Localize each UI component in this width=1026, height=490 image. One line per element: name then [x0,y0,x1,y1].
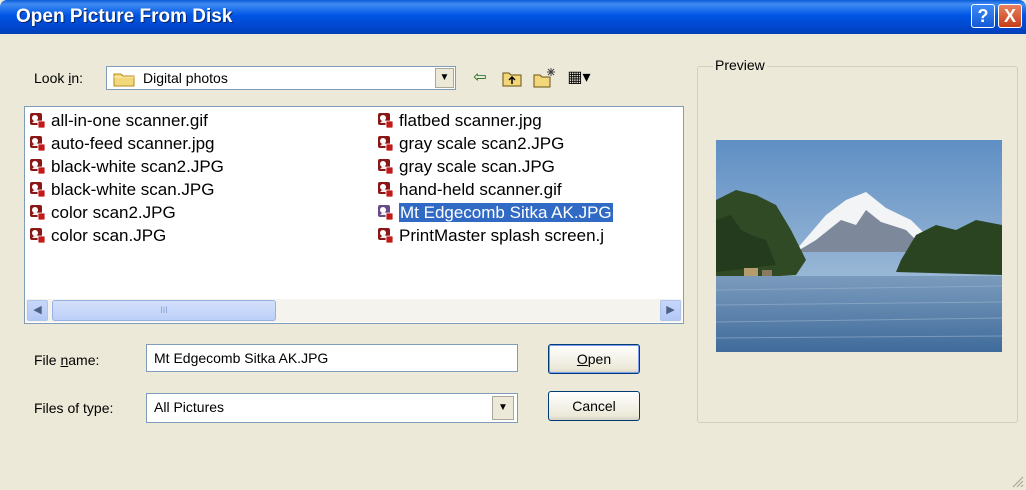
scroll-right-button[interactable]: ▶ [660,300,681,321]
arrow-right-icon: ▶ [666,304,675,316]
image-file-icon [30,136,46,152]
new-folder-icon [533,68,555,88]
image-file-icon [378,136,394,152]
file-name-text: all-in-one scanner.gif [51,111,208,130]
files-of-type-label: Files of type: [34,400,114,416]
file-list-item[interactable]: color scan.JPG [29,224,166,247]
up-one-level-button[interactable] [500,66,524,90]
file-name-text: black-white scan2.JPG [51,157,224,176]
file-list-item[interactable]: black-white scan2.JPG [29,155,224,178]
file-name-text: color scan.JPG [51,226,167,245]
file-name-input[interactable]: Mt Edgecomb Sitka AK.JPG [146,344,518,372]
file-list-item[interactable]: gray scale scan2.JPG [377,132,564,155]
look-in-combo[interactable]: Digital photos ▼ [106,66,456,90]
preview-image [716,140,1002,352]
resize-grip-icon[interactable] [1010,474,1024,488]
file-name-text: flatbed scanner.jpg [399,111,542,130]
look-in-dropdown-button[interactable]: ▼ [435,68,454,88]
file-list[interactable]: all-in-one scanner.gif auto-feed scanner.… [24,106,684,324]
preview-label: Preview [713,57,767,73]
image-file-icon [378,113,394,129]
up-folder-icon [502,72,522,87]
open-button[interactable]: Open [548,344,640,374]
file-list-item[interactable]: hand-held scanner.gif [377,178,562,201]
chevron-down-icon: ▼ [439,72,450,83]
file-name-text: auto-feed scanner.jpg [51,134,215,153]
close-icon: X [1003,6,1016,26]
file-list-item[interactable]: flatbed scanner.jpg [377,109,542,132]
file-list-item[interactable]: auto-feed scanner.jpg [29,132,215,155]
files-of-type-dropdown-button[interactable]: ▼ [492,396,514,420]
landscape-photo [716,140,1002,352]
file-list-item[interactable]: gray scale scan.JPG [377,155,555,178]
file-name-text: Mt Edgecomb Sitka AK.JPG [398,202,614,223]
arrow-left-icon: ◀ [33,304,42,316]
help-icon: ? [977,6,989,26]
image-file-icon [30,182,46,198]
close-button[interactable]: X [998,4,1022,28]
back-arrow-icon: ⇦ [473,69,487,86]
folder-icon [113,73,135,87]
image-file-icon [378,182,394,198]
image-file-icon [378,159,394,175]
file-list-item[interactable]: black-white scan.JPG [29,178,214,201]
title-bar[interactable]: Open Picture From Disk ? X [0,0,1026,34]
file-name-text: gray scale scan.JPG [399,157,555,176]
file-name-text: color scan2.JPG [51,203,176,222]
chevron-down-icon: ▼ [498,402,508,413]
image-file-icon [378,228,394,244]
look-in-value: Digital photos [143,70,228,86]
file-list-item[interactable]: all-in-one scanner.gif [29,109,208,132]
scroll-left-button[interactable]: ◀ [27,300,48,321]
files-of-type-select[interactable]: All Pictures ▼ [146,393,518,423]
open-picture-dialog: Open Picture From Disk ? X Look in: Digi… [0,0,1026,490]
file-list-item[interactable]: PrintMaster splash screen.j [377,224,604,247]
horizontal-scrollbar[interactable]: ◀ III ▶ [26,299,682,322]
file-name-label: File name: [34,352,100,368]
views-icon: ▦▾ [567,69,591,86]
views-menu-button[interactable]: ▦▾ [562,66,596,90]
file-name-text: gray scale scan2.JPG [399,134,565,153]
image-file-icon [30,205,46,221]
file-name-text: black-white scan.JPG [51,180,215,199]
help-button[interactable]: ? [971,4,995,28]
file-name-text: hand-held scanner.gif [399,180,562,199]
file-list-item[interactable]: color scan2.JPG [29,201,176,224]
grip-icon: III [160,305,168,315]
window-title: Open Picture From Disk [16,6,233,27]
new-folder-button[interactable] [532,66,556,90]
image-file-icon [378,205,394,221]
scroll-thumb[interactable]: III [52,300,276,321]
cancel-button[interactable]: Cancel [548,391,640,421]
image-file-icon [30,159,46,175]
back-button[interactable]: ⇦ [468,66,492,90]
look-in-label: Look in: [34,70,84,86]
file-name-text: PrintMaster splash screen.j [399,226,605,245]
image-file-icon [30,113,46,129]
file-list-item[interactable]: Mt Edgecomb Sitka AK.JPG [377,201,614,224]
files-of-type-value: All Pictures [154,399,225,415]
image-file-icon [30,228,46,244]
